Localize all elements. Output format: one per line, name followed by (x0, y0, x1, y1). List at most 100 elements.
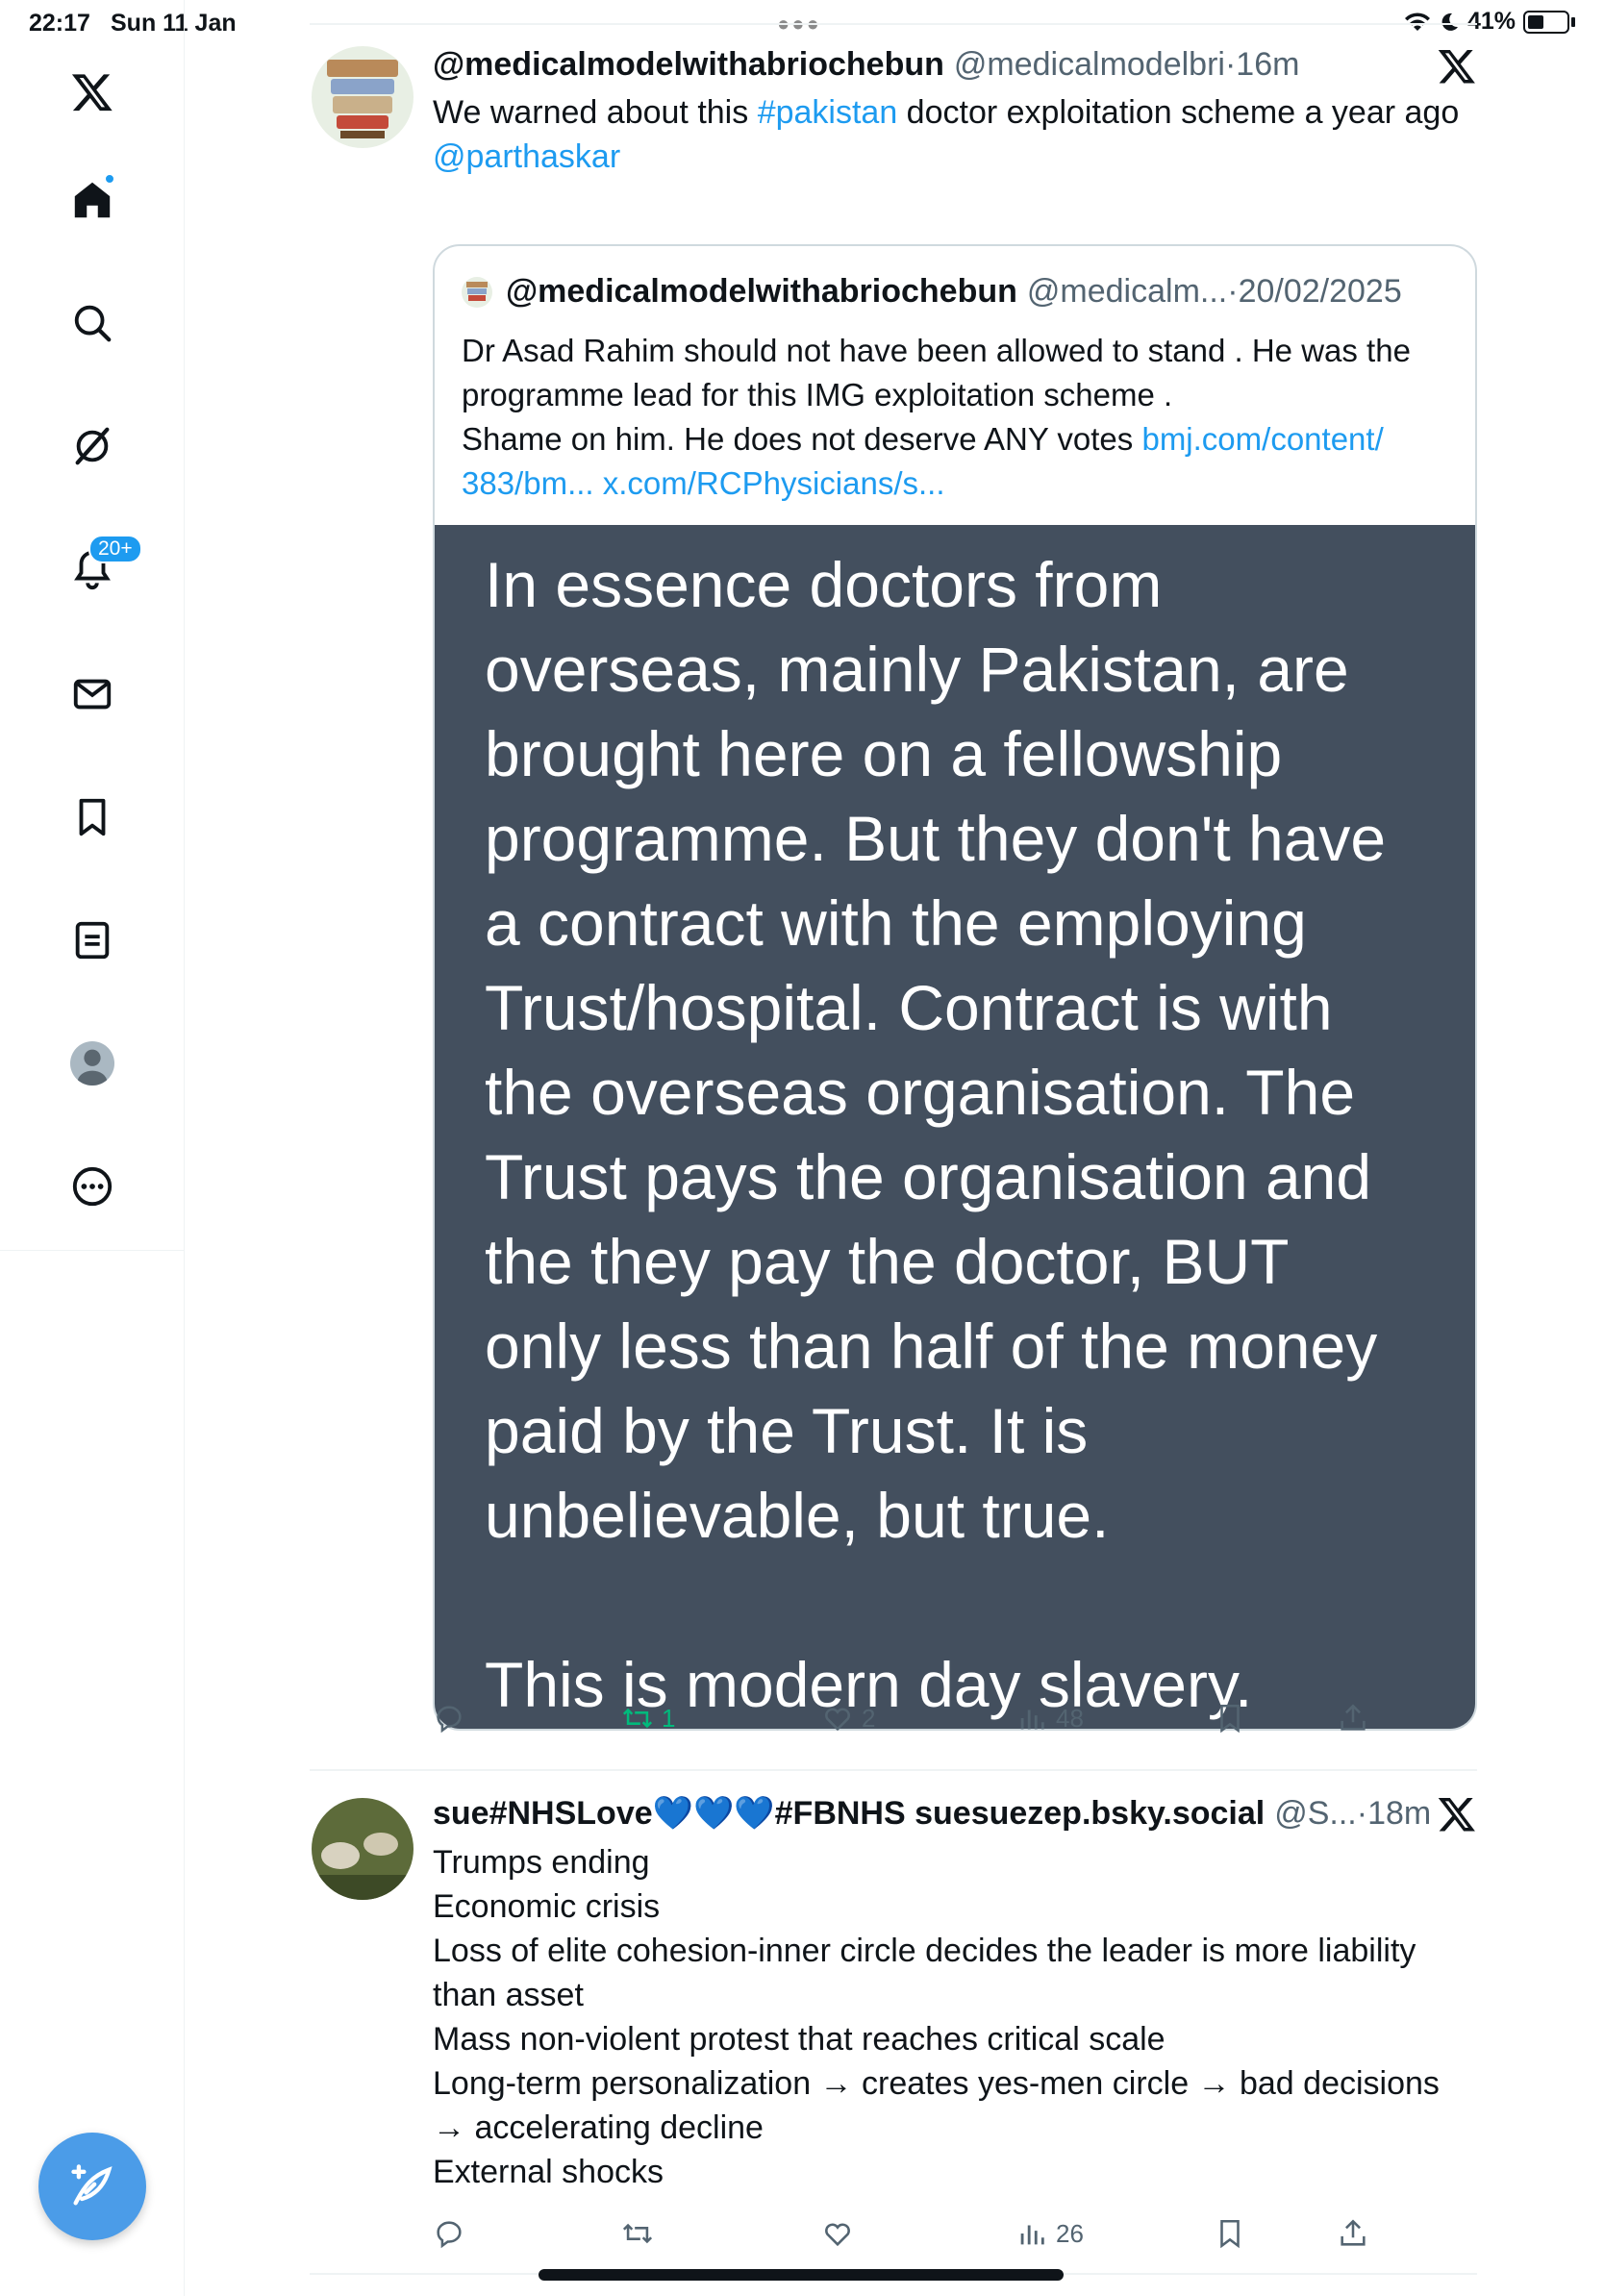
quote-date: 20/02/2025 (1238, 273, 1402, 310)
compose-feather-icon (71, 2164, 113, 2206)
tweet-text-part: doctor exploitation scheme a year ago (897, 94, 1460, 131)
sidebar: 20+ (0, 0, 185, 2296)
tweet-text-part: We warned about this (433, 94, 758, 131)
tweet-header: @medicalmodelwithabriochebun @medicalmod… (433, 46, 1299, 84)
tweet-text: We warned about this #pakistan doctor ex… (433, 90, 1471, 179)
retweet-icon (622, 2223, 653, 2244)
compose-button[interactable] (38, 2133, 146, 2240)
search-icon (74, 305, 112, 342)
views-button[interactable]: 26 (1015, 2217, 1084, 2250)
tweet-text: Trumps ending Economic crisis Loss of el… (433, 1840, 1471, 2194)
retweet-button[interactable]: 1 (621, 1702, 675, 1734)
sidebar-item-search[interactable] (62, 292, 123, 354)
bookmark-button[interactable] (1214, 2217, 1246, 2250)
quote-handle: @medicalm... (1026, 273, 1228, 310)
like-button[interactable]: 2 (821, 1702, 875, 1734)
grok-icon (75, 427, 110, 465)
views-icon (1020, 2225, 1044, 2245)
profile-icon (70, 1041, 114, 1086)
x-logo-icon (1438, 50, 1475, 84)
tweet-actions: 1 2 48 (433, 1702, 1477, 1750)
views-button[interactable]: 48 (1015, 1702, 1084, 1734)
sidebar-item-notifications[interactable]: 20+ (62, 535, 142, 600)
sidebar-item-lists[interactable] (62, 910, 123, 971)
tweet-line: Loss of elite cohesion-inner circle deci… (433, 1933, 1416, 1969)
view-count: 26 (1056, 2218, 1084, 2248)
lists-icon (75, 921, 110, 960)
home-indicator[interactable] (539, 2269, 1064, 2281)
avatar[interactable] (312, 1798, 414, 1900)
mention-link[interactable]: @parthaskar (433, 138, 620, 175)
bmj-link-cont[interactable]: 383/bm... (462, 465, 594, 501)
tweet-actions: 26 (433, 2217, 1477, 2265)
reply-button[interactable] (433, 1702, 473, 1734)
quote-avatar (462, 276, 492, 308)
sidebar-item-more[interactable] (62, 1156, 123, 1217)
timestamp[interactable]: 16m (1236, 46, 1299, 84)
heart-icon (825, 2223, 850, 2247)
view-count: 48 (1056, 1703, 1084, 1733)
display-name[interactable]: @medicalmodelwithabriochebun (433, 46, 944, 84)
avatar[interactable] (312, 46, 414, 148)
retweet-button[interactable] (621, 2217, 662, 2250)
quote-image[interactable]: In essence doctors from overseas, mainly… (435, 525, 1475, 1729)
quote-line: programme lead for this IMG exploitation… (462, 377, 1173, 412)
reply-button[interactable] (433, 2217, 473, 2250)
quote-display-name: @medicalmodelwithabriochebun (506, 273, 1017, 310)
more-icon (72, 1166, 113, 1207)
bookmark-icon (1220, 1704, 1240, 1734)
x-logo-icon (1438, 1798, 1475, 1832)
x-logo-icon[interactable] (62, 62, 123, 123)
share-button[interactable] (1337, 1702, 1369, 1734)
tweet-line: Long-term personalization → creates yes-… (433, 2065, 1440, 2102)
tweet-line: External shocks (433, 2154, 664, 2190)
battery-tip (1571, 16, 1575, 27)
quoted-tweet[interactable]: @medicalmodelwithabriochebun @medicalm..… (433, 244, 1477, 1731)
bmj-link[interactable]: bmj.com/content/ (1141, 421, 1383, 457)
tweet-header: sue#NHSLove💙💙💙#FBNHS suesuezep.bsky.soci… (433, 1794, 1431, 1833)
timestamp[interactable]: 18m (1367, 1795, 1431, 1833)
new-posts-dot (104, 173, 115, 185)
sidebar-divider (0, 1250, 185, 1251)
like-button[interactable] (821, 2217, 862, 2250)
mail-icon (73, 679, 112, 710)
quote-image-text: In essence doctors from overseas, mainly… (485, 549, 1387, 1720)
battery-icon (1523, 10, 1569, 34)
retweet-icon (622, 1708, 653, 1729)
separator-dot: · (1227, 273, 1239, 310)
reply-icon (437, 2221, 462, 2249)
sidebar-item-grok[interactable] (62, 415, 123, 477)
like-count: 2 (862, 1703, 876, 1733)
quote-header: @medicalmodelwithabriochebun @medicalm..… (462, 273, 1402, 311)
retweet-count: 1 (662, 1703, 676, 1733)
tweet-line: → accelerating decline (433, 2109, 764, 2146)
bookmark-icon (79, 798, 106, 836)
tweet-divider (310, 1769, 1477, 1771)
share-button[interactable] (1337, 2217, 1369, 2250)
sidebar-item-bookmarks[interactable] (62, 786, 123, 848)
sidebar-item-messages[interactable] (62, 663, 123, 725)
timeline: @medicalmodelwithabriochebun @medicalmod… (310, 0, 1477, 2296)
quote-text: Dr Asad Rahim should not have been allow… (462, 329, 1452, 506)
views-icon (1020, 1710, 1044, 1730)
x-link[interactable]: x.com/RCPhysicians/s... (603, 465, 945, 501)
quote-line: Dr Asad Rahim should not have been allow… (462, 333, 1411, 368)
display-name[interactable]: sue#NHSLove💙💙💙#FBNHS suesuezep.bsky.soci… (433, 1794, 1265, 1833)
share-icon (1341, 1704, 1366, 1731)
separator-dot: · (1224, 46, 1237, 83)
reply-icon (437, 1706, 462, 1734)
quote-line: Shame on him. He does not deserve ANY vo… (462, 421, 1142, 457)
handle[interactable]: @medicalmodelbri (954, 46, 1225, 84)
tweet-line: Mass non-violent protest that reaches cr… (433, 2021, 1165, 2058)
bookmark-button[interactable] (1214, 1702, 1246, 1734)
share-icon (1341, 2219, 1366, 2246)
heart-icon (825, 1708, 850, 1732)
handle[interactable]: @S... (1274, 1795, 1357, 1833)
hashtag-link[interactable]: #pakistan (758, 94, 898, 131)
sidebar-item-home[interactable] (62, 169, 123, 231)
sidebar-item-profile[interactable] (62, 1033, 123, 1094)
notification-badge: 20+ (88, 535, 142, 563)
separator-dot: · (1356, 1795, 1368, 1832)
tweet-line: than asset (433, 1977, 584, 2013)
tweet-line: Economic crisis (433, 1888, 661, 1925)
